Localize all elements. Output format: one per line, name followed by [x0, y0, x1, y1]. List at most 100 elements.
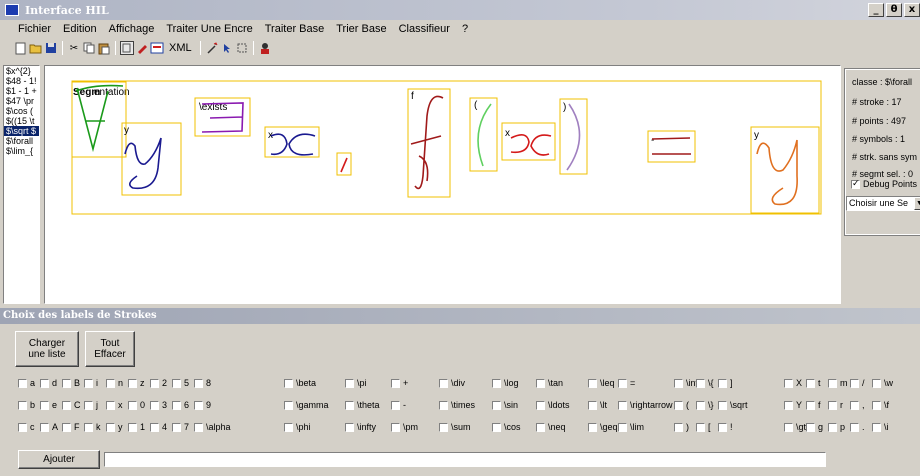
checkbox-icon[interactable]	[718, 422, 727, 432]
menu-help[interactable]: ?	[456, 21, 474, 39]
label-checkbox[interactable]: \pm	[391, 422, 418, 432]
label-checkbox[interactable]: 3	[150, 400, 167, 410]
label-checkbox[interactable]: ]	[718, 378, 733, 388]
checkbox-icon[interactable]	[674, 378, 683, 388]
checkbox-icon[interactable]	[128, 378, 137, 388]
label-checkbox[interactable]: \phi	[284, 422, 311, 432]
label-checkbox[interactable]: C	[62, 400, 81, 410]
checkbox-icon[interactable]	[492, 400, 501, 410]
crop-icon[interactable]	[235, 41, 249, 55]
tout-effacer-button[interactable]: Tout Effacer	[85, 331, 135, 367]
label-checkbox[interactable]: i	[84, 378, 98, 388]
close-button[interactable]: x	[904, 3, 920, 17]
checkbox-icon[interactable]	[106, 400, 115, 410]
checkbox-icon[interactable]	[40, 422, 49, 432]
menu-traiter-base[interactable]: Traiter Base	[259, 21, 331, 39]
label-checkbox[interactable]: g	[806, 422, 823, 432]
list-item[interactable]: $48 - 1!	[4, 76, 39, 86]
minimize-button[interactable]: _	[868, 3, 884, 17]
checkbox-icon[interactable]	[828, 400, 837, 410]
label-checkbox[interactable]: \rightarrow	[618, 400, 673, 410]
checkbox-icon[interactable]	[284, 400, 293, 410]
checkbox-icon[interactable]	[18, 378, 27, 388]
label-checkbox[interactable]: 8	[194, 378, 211, 388]
label-checkbox[interactable]: .	[850, 422, 865, 432]
label-checkbox[interactable]: p	[828, 422, 845, 432]
checkbox-icon[interactable]	[128, 400, 137, 410]
label-checkbox[interactable]: n	[106, 378, 123, 388]
label-checkbox[interactable]: m	[828, 378, 848, 388]
menu-affichage[interactable]: Affichage	[103, 21, 161, 39]
label-checkbox[interactable]: \sin	[492, 400, 518, 410]
label-checkbox[interactable]: \lim	[618, 422, 644, 432]
list-item-selected[interactable]: $\sqrt $	[4, 126, 39, 136]
checkbox-icon[interactable]	[84, 422, 93, 432]
checkbox-icon[interactable]	[194, 400, 203, 410]
label-checkbox[interactable]: F	[62, 422, 80, 432]
label-checkbox[interactable]: /	[850, 378, 865, 388]
label-checkbox[interactable]: 2	[150, 378, 167, 388]
label-checkbox[interactable]: ,	[850, 400, 865, 410]
checkbox-icon[interactable]	[172, 378, 181, 388]
label-checkbox[interactable]: \lt	[588, 400, 607, 410]
checkbox-icon[interactable]	[345, 422, 354, 432]
label-checkbox[interactable]: \f	[872, 400, 889, 410]
checkbox-icon[interactable]	[492, 378, 501, 388]
label-checkbox[interactable]: \infty	[345, 422, 376, 432]
checkbox-icon[interactable]	[18, 400, 27, 410]
pointer-icon[interactable]	[220, 41, 234, 55]
checkbox-icon[interactable]	[851, 178, 860, 189]
checkbox-icon[interactable]	[194, 422, 203, 432]
checkbox-icon[interactable]	[618, 422, 627, 432]
checkbox-icon[interactable]	[62, 400, 71, 410]
magic-wand-icon[interactable]	[205, 41, 219, 55]
checkbox-icon[interactable]	[40, 400, 49, 410]
checkbox-icon[interactable]	[106, 378, 115, 388]
debug-points-checkbox[interactable]: Debug Points	[851, 178, 917, 189]
list-item[interactable]: $\lim_{	[4, 146, 39, 156]
user-icon[interactable]	[258, 41, 272, 55]
checkbox-icon[interactable]	[391, 400, 400, 410]
label-checkbox[interactable]: \log	[492, 378, 519, 388]
checkbox-icon[interactable]	[784, 378, 793, 388]
checkbox-icon[interactable]	[536, 422, 545, 432]
label-checkbox[interactable]: \gt	[784, 422, 806, 432]
label-checkbox[interactable]: \times	[439, 400, 475, 410]
label-checkbox[interactable]: \alpha	[194, 422, 231, 432]
label-checkbox[interactable]: \cos	[492, 422, 521, 432]
label-checkbox[interactable]: 9	[194, 400, 211, 410]
label-checkbox[interactable]: \w	[872, 378, 893, 388]
label-checkbox[interactable]: f	[806, 400, 821, 410]
label-checkbox[interactable]: -	[391, 400, 406, 410]
checkbox-icon[interactable]	[718, 400, 727, 410]
checkbox-icon[interactable]	[674, 422, 683, 432]
label-checkbox[interactable]: )	[674, 422, 689, 432]
label-checkbox[interactable]: 1	[128, 422, 145, 432]
checkbox-icon[interactable]	[391, 378, 400, 388]
label-checkbox[interactable]: \gamma	[284, 400, 329, 410]
label-checkbox[interactable]: j	[84, 400, 98, 410]
label-checkbox[interactable]: t	[806, 378, 821, 388]
label-checkbox[interactable]: x	[106, 400, 123, 410]
label-checkbox[interactable]: z	[128, 378, 145, 388]
label-checkbox[interactable]: 6	[172, 400, 189, 410]
label-checkbox[interactable]: 7	[172, 422, 189, 432]
checkbox-icon[interactable]	[872, 400, 881, 410]
checkbox-icon[interactable]	[492, 422, 501, 432]
label-checkbox[interactable]: A	[40, 422, 58, 432]
label-checkbox[interactable]: e	[40, 400, 57, 410]
paste-icon[interactable]	[97, 41, 111, 55]
list-item[interactable]: $47 \pr	[4, 96, 39, 106]
label-text-input[interactable]	[104, 452, 826, 467]
label-checkbox[interactable]: k	[84, 422, 101, 432]
cut-icon[interactable]: ✂	[67, 41, 81, 55]
checkbox-icon[interactable]	[150, 378, 159, 388]
checkbox-icon[interactable]	[618, 378, 627, 388]
checkbox-icon[interactable]	[40, 378, 49, 388]
label-checkbox[interactable]: d	[40, 378, 57, 388]
label-checkbox[interactable]: \i	[872, 422, 889, 432]
label-checkbox[interactable]: =	[618, 378, 635, 388]
checkbox-icon[interactable]	[536, 400, 545, 410]
checkbox-icon[interactable]	[62, 422, 71, 432]
checkbox-icon[interactable]	[84, 378, 93, 388]
